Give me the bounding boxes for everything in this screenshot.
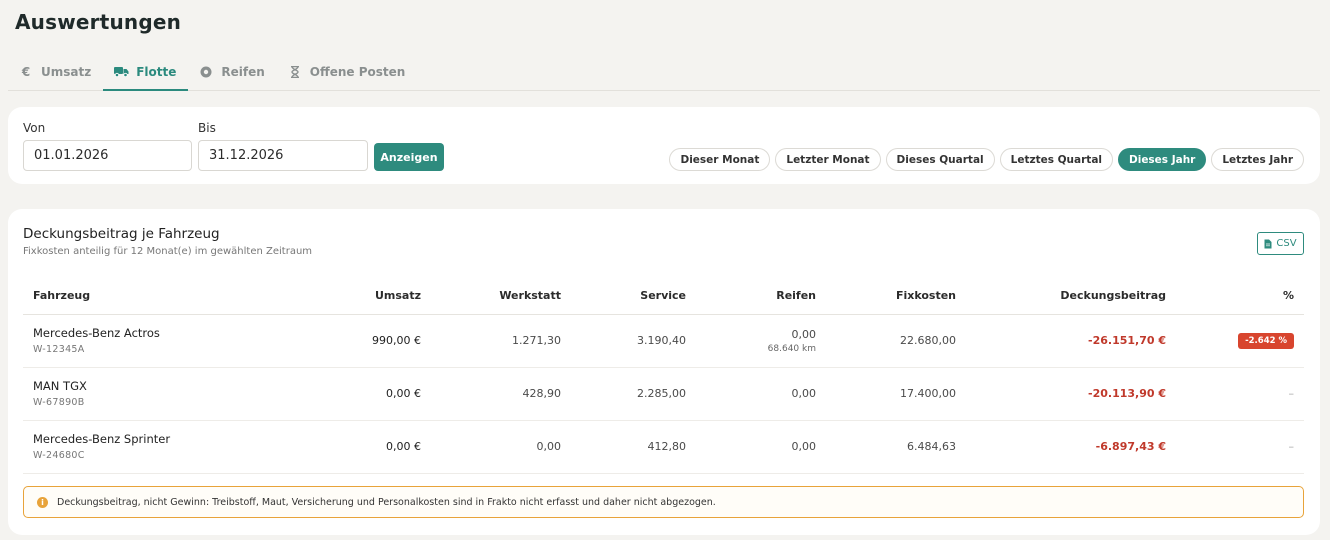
to-date-input[interactable] <box>198 140 368 171</box>
notice-text: Deckungsbeitrag, nicht Gewinn: Treibstof… <box>57 496 716 508</box>
fixkosten-cell: 17.400,00 <box>826 367 966 421</box>
tab-label: Offene Posten <box>309 65 406 79</box>
preset-this-year[interactable]: Dieses Jahr <box>1118 148 1207 171</box>
col-werkstatt[interactable]: Werkstatt <box>431 277 571 315</box>
tab-flotte[interactable]: Flotte <box>103 54 189 91</box>
table-row[interactable]: Mercedes-Benz Sprinter W-24680C 0,00 € 0… <box>23 420 1304 474</box>
percent-cell: – <box>1176 367 1304 421</box>
fixkosten-cell: 6.484,63 <box>826 420 966 474</box>
preset-last-month[interactable]: Letzter Monat <box>775 148 881 171</box>
vehicle-name: MAN TGX <box>33 379 87 393</box>
filter-card: Von Bis Anzeigen Dieser Monat Letzter Mo… <box>8 107 1320 184</box>
reifen-cell: 0,00 68.640 km <box>696 314 826 368</box>
hourglass-icon <box>287 66 303 78</box>
reifen-value: 0,00 <box>791 327 817 341</box>
tab-reifen[interactable]: Reifen <box>188 54 276 90</box>
vehicle-table: Fahrzeug Umsatz Werkstatt Service Reifen… <box>23 277 1304 474</box>
table-header-row: Fahrzeug Umsatz Werkstatt Service Reifen… <box>23 277 1304 315</box>
reifen-km: 68.640 km <box>767 343 816 354</box>
tab-label: Reifen <box>221 65 265 79</box>
tab-bar: € Umsatz Flotte Reifen Offene Posten <box>8 54 1320 91</box>
vehicle-cell: Mercedes-Benz Actros W-12345A <box>23 314 201 368</box>
preset-last-quarter[interactable]: Letztes Quartal <box>999 148 1113 171</box>
vehicle-name: Mercedes-Benz Sprinter <box>33 432 171 446</box>
show-button[interactable]: Anzeigen <box>374 143 444 171</box>
info-notice: i Deckungsbeitrag, nicht Gewinn: Treibst… <box>23 486 1304 518</box>
table-row[interactable]: MAN TGX W-67890B 0,00 € 428,90 2.285,00 … <box>23 367 1304 421</box>
vehicle-plate: W-12345A <box>33 344 85 355</box>
tab-umsatz[interactable]: € Umsatz <box>8 54 103 90</box>
service-cell: 2.285,00 <box>571 367 696 421</box>
truck-icon <box>113 66 129 77</box>
deckungsbeitrag-cell: -26.151,70 € <box>966 314 1176 368</box>
vehicle-cell: MAN TGX W-67890B <box>23 367 201 421</box>
report-title: Deckungsbeitrag je Fahrzeug <box>23 226 220 242</box>
werkstatt-cell: 428,90 <box>431 367 571 421</box>
vehicle-name: Mercedes-Benz Actros <box>33 326 160 340</box>
col-umsatz[interactable]: Umsatz <box>201 277 431 315</box>
tire-icon <box>198 66 214 78</box>
euro-icon: € <box>21 65 31 79</box>
vehicle-cell: Mercedes-Benz Sprinter W-24680C <box>23 420 201 474</box>
preset-this-month[interactable]: Dieser Monat <box>669 148 771 171</box>
page-title: Auswertungen <box>15 10 182 34</box>
umsatz-cell: 990,00 € <box>201 314 431 368</box>
preset-group: Dieser Monat Letzter Monat Dieses Quarta… <box>669 148 1304 171</box>
col-reifen[interactable]: Reifen <box>696 277 826 315</box>
werkstatt-cell: 1.271,30 <box>431 314 571 368</box>
col-deckungsbeitrag[interactable]: Deckungsbeitrag <box>966 277 1176 315</box>
service-cell: 3.190,40 <box>571 314 696 368</box>
csv-export-button[interactable]: CSV <box>1257 232 1304 255</box>
percent-badge: -2.642 % <box>1238 332 1294 349</box>
percent-cell: -2.642 % <box>1176 314 1304 368</box>
col-service[interactable]: Service <box>571 277 696 315</box>
info-icon: i <box>37 496 48 508</box>
preset-last-year[interactable]: Letztes Jahr <box>1211 148 1304 171</box>
file-icon <box>1264 239 1272 248</box>
deckungsbeitrag-cell: -20.113,90 € <box>966 367 1176 421</box>
report-subtitle: Fixkosten anteilig für 12 Monat(e) im ge… <box>23 246 313 257</box>
csv-label: CSV <box>1276 238 1297 249</box>
vehicle-plate: W-24680C <box>33 450 85 461</box>
percent-cell: – <box>1176 420 1304 474</box>
umsatz-cell: 0,00 € <box>201 367 431 421</box>
to-label: Bis <box>198 121 216 135</box>
tab-label: Flotte <box>136 64 177 79</box>
table-row[interactable]: Mercedes-Benz Actros W-12345A 990,00 € 1… <box>23 314 1304 368</box>
reifen-cell: 0,00 <box>696 367 826 421</box>
reifen-cell: 0,00 <box>696 420 826 474</box>
tab-offene-posten[interactable]: Offene Posten <box>277 54 418 90</box>
col-percent[interactable]: % <box>1176 277 1304 315</box>
tab-label: Umsatz <box>41 65 92 79</box>
results-card: Deckungsbeitrag je Fahrzeug Fixkosten an… <box>8 209 1320 535</box>
col-fahrzeug[interactable]: Fahrzeug <box>23 277 201 315</box>
werkstatt-cell: 0,00 <box>431 420 571 474</box>
from-label: Von <box>23 121 46 135</box>
from-date-input[interactable] <box>23 140 192 171</box>
service-cell: 412,80 <box>571 420 696 474</box>
deckungsbeitrag-cell: -6.897,43 € <box>966 420 1176 474</box>
vehicle-plate: W-67890B <box>33 397 85 408</box>
umsatz-cell: 0,00 € <box>201 420 431 474</box>
preset-this-quarter[interactable]: Dieses Quartal <box>885 148 995 171</box>
fixkosten-cell: 22.680,00 <box>826 314 966 368</box>
col-fixkosten[interactable]: Fixkosten <box>826 277 966 315</box>
